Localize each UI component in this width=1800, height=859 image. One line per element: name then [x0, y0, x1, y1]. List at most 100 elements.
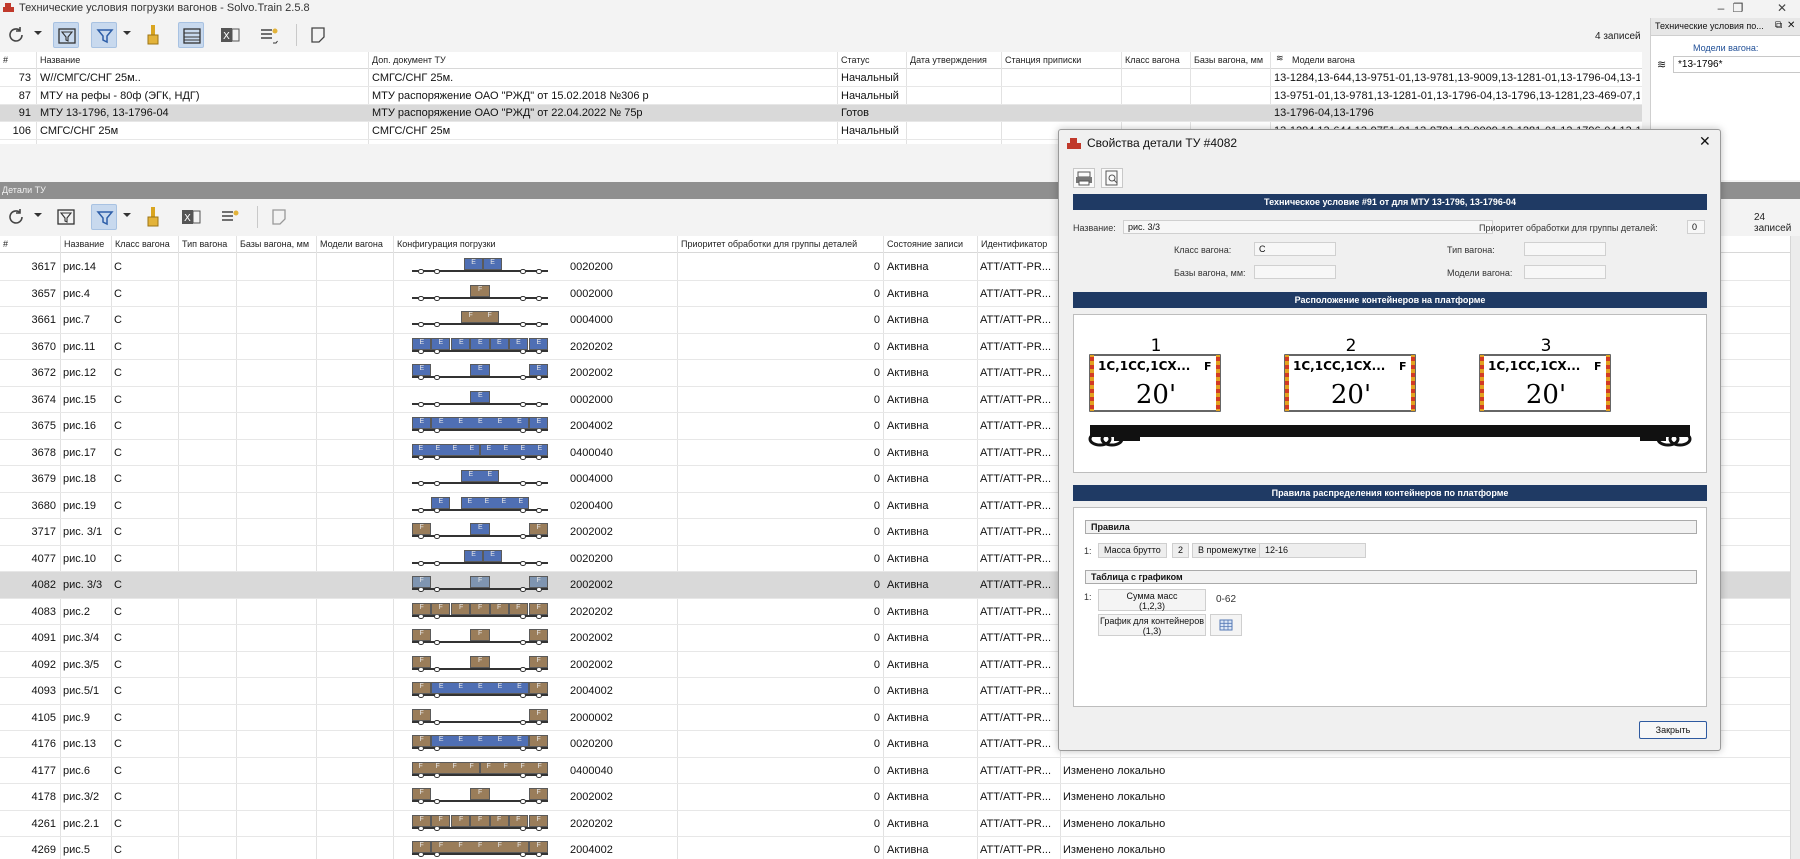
container-graph-button[interactable]: График для контейнеров (1,3)	[1098, 614, 1206, 636]
col-wagon-models[interactable]: Модели вагона	[320, 239, 383, 249]
col-name[interactable]: Название	[40, 55, 80, 65]
restore-icon[interactable]: ❐	[1730, 1, 1746, 15]
close-window-icon[interactable]: ✕	[1774, 1, 1790, 15]
slot-post-stripe	[1090, 365, 1094, 369]
filter-active-icon[interactable]: ≋	[1276, 53, 1284, 64]
print-button[interactable]	[1073, 168, 1095, 188]
preview-button[interactable]	[1101, 168, 1123, 188]
col-priority[interactable]: Приоритет обработки для группы деталей	[681, 239, 857, 249]
mass-sum-button[interactable]: Сумма масс (1,2,3)	[1098, 589, 1206, 611]
rule-slot-chip[interactable]: 2	[1172, 543, 1190, 558]
close-panel-icon[interactable]: ✕	[1787, 20, 1795, 31]
minimize-icon[interactable]: –	[1713, 1, 1729, 15]
platform-slot-3[interactable]: 3 1С,1СС,1СХ... F 20'	[1479, 336, 1611, 412]
container-letter: E	[469, 444, 475, 452]
refresh-dropdown-icon[interactable]	[34, 31, 42, 35]
filter-panel-button[interactable]	[53, 22, 79, 48]
platform-slot-1[interactable]: 1 1С,1СС,1СХ... F 20'	[1089, 336, 1221, 412]
col-wagon-models[interactable]: Модели вагона	[1292, 55, 1355, 65]
priority-field[interactable]: 0	[1687, 220, 1705, 234]
slot-post-stripe	[1216, 389, 1220, 393]
container-box: F	[412, 814, 432, 827]
clear-button[interactable]	[140, 22, 166, 48]
row-state: Активна	[887, 658, 929, 671]
filter-dropdown-icon[interactable]	[123, 213, 131, 217]
col-identifier[interactable]: Идентификатор	[981, 239, 1047, 249]
col-doc[interactable]: Доп. документ ТУ	[372, 55, 446, 65]
refresh-dropdown-icon[interactable]	[34, 213, 42, 217]
close-button[interactable]: Закрыть	[1639, 721, 1707, 739]
dock-icon[interactable]: ⧉	[1775, 20, 1782, 31]
row-doc: СМГС/СНГ 25м	[372, 124, 451, 137]
filter-models-input[interactable]	[1673, 56, 1800, 73]
slot-size: 20'	[1136, 380, 1176, 410]
table-row[interactable]: 4261 рис.2.1 С 2020202 0 Активна АТТ/АТТ-PR...…	[0, 811, 1790, 837]
col-load-config[interactable]: Конфигурация погрузки	[397, 239, 496, 249]
container-letter: F	[452, 762, 457, 770]
dialog-close-icon[interactable]: ✕	[1699, 133, 1711, 150]
rule-op-chip[interactable]: В промежутке	[1192, 543, 1263, 558]
name-field[interactable]: рис. 3/3	[1123, 220, 1493, 234]
col-wagon-class[interactable]: Класс вагона	[115, 239, 170, 249]
class-field[interactable]: С	[1254, 242, 1336, 256]
col-wagon-type[interactable]: Тип вагона	[182, 239, 227, 249]
filter-button[interactable]	[91, 22, 117, 48]
col-id[interactable]: #	[3, 239, 8, 249]
table-view-button[interactable]	[178, 22, 204, 48]
add-list-button[interactable]	[256, 22, 282, 48]
table-row[interactable]: 73 W//СМГС/СНГ 25м.. СМГС/СНГ 25м. Начальны…	[0, 70, 1642, 87]
details-scrollbar[interactable]	[1790, 236, 1800, 859]
rule-param-chip[interactable]: Масса брутто	[1098, 543, 1167, 558]
table-row[interactable]: 4178 рис.3/2 С 2002002 0 Активна АТТ/АТТ-PR...…	[0, 784, 1790, 811]
type-field[interactable]	[1524, 242, 1606, 256]
container-box: F	[412, 682, 432, 694]
row-priority: 0	[873, 791, 880, 803]
row-id: 3678	[31, 446, 56, 459]
details-refresh-button[interactable]	[3, 204, 29, 230]
filter-dropdown-icon[interactable]	[123, 31, 131, 35]
slot-post-stripe	[1411, 397, 1415, 401]
container-letter: E	[497, 418, 503, 425]
col-record-state[interactable]: Состояние записи	[887, 239, 963, 249]
row-id: 3617	[31, 261, 56, 273]
col-id[interactable]: #	[3, 55, 8, 65]
col-wagon-bases[interactable]: Базы вагона, мм	[240, 239, 309, 249]
table-row[interactable]: 4269 рис.5 С 2004002 0 Активна АТТ/АТТ-PR... Из…	[0, 837, 1790, 859]
table-row[interactable]: 91 МТУ 13-1796, 13-1796-04 МТУ распоряжени…	[0, 105, 1642, 122]
excel-export-button[interactable]: X	[217, 22, 243, 48]
row-identifier: АТТ/АТТ-PR...	[980, 287, 1052, 300]
details-note-button[interactable]	[266, 204, 292, 230]
details-excel-button[interactable]: X	[178, 204, 204, 230]
bases-field[interactable]	[1254, 265, 1336, 279]
slot-post-stripe	[1480, 405, 1484, 409]
col-wagon-bases[interactable]: Базы вагона, мм	[1194, 55, 1263, 65]
row-id: 3657	[31, 287, 56, 300]
rule-range-chip[interactable]: 12-16	[1259, 543, 1366, 558]
col-wagon-class[interactable]: Класс вагона	[1125, 55, 1180, 65]
container-box: E	[470, 364, 490, 376]
models-field[interactable]	[1524, 265, 1606, 279]
container-letter: F	[468, 312, 473, 319]
table-row[interactable]: 87 МТУ на рефы - 80ф (ЭГК, НДГ) МТУ распор…	[0, 88, 1642, 105]
col-station[interactable]: Станция приписки	[1005, 55, 1081, 65]
col-approve-date[interactable]: Дата утверждения	[910, 55, 987, 65]
refresh-button[interactable]	[3, 22, 29, 48]
table-row[interactable]: 4177 рис.6 С 0400040 0 Активна АТТ/АТТ-PR... Из…	[0, 758, 1790, 784]
wagon-wheel	[418, 481, 424, 486]
details-filter-button[interactable]	[91, 204, 117, 230]
details-filter-panel-button[interactable]	[53, 204, 79, 230]
note-button[interactable]	[305, 22, 331, 48]
filter-mode-icon[interactable]: ≋	[1657, 58, 1666, 71]
bases-label: Базы вагона, мм:	[1174, 268, 1246, 278]
col-status[interactable]: Статус	[841, 55, 869, 65]
graph-grid-button[interactable]	[1210, 614, 1242, 636]
row-identifier: АТТ/АТТ-PR...	[980, 446, 1052, 459]
container-box: F	[470, 576, 490, 588]
row-identifier: АТТ/АТТ-PR...	[980, 526, 1052, 538]
col-name[interactable]: Название	[64, 239, 104, 249]
details-clear-button[interactable]	[140, 204, 166, 230]
details-add-list-button[interactable]	[217, 204, 243, 230]
row-identifier: АТТ/АТТ-PR...	[980, 499, 1052, 512]
platform-slot-2[interactable]: 2 1С,1СС,1СХ... F 20'	[1284, 336, 1416, 412]
container-letter: F	[536, 683, 541, 690]
